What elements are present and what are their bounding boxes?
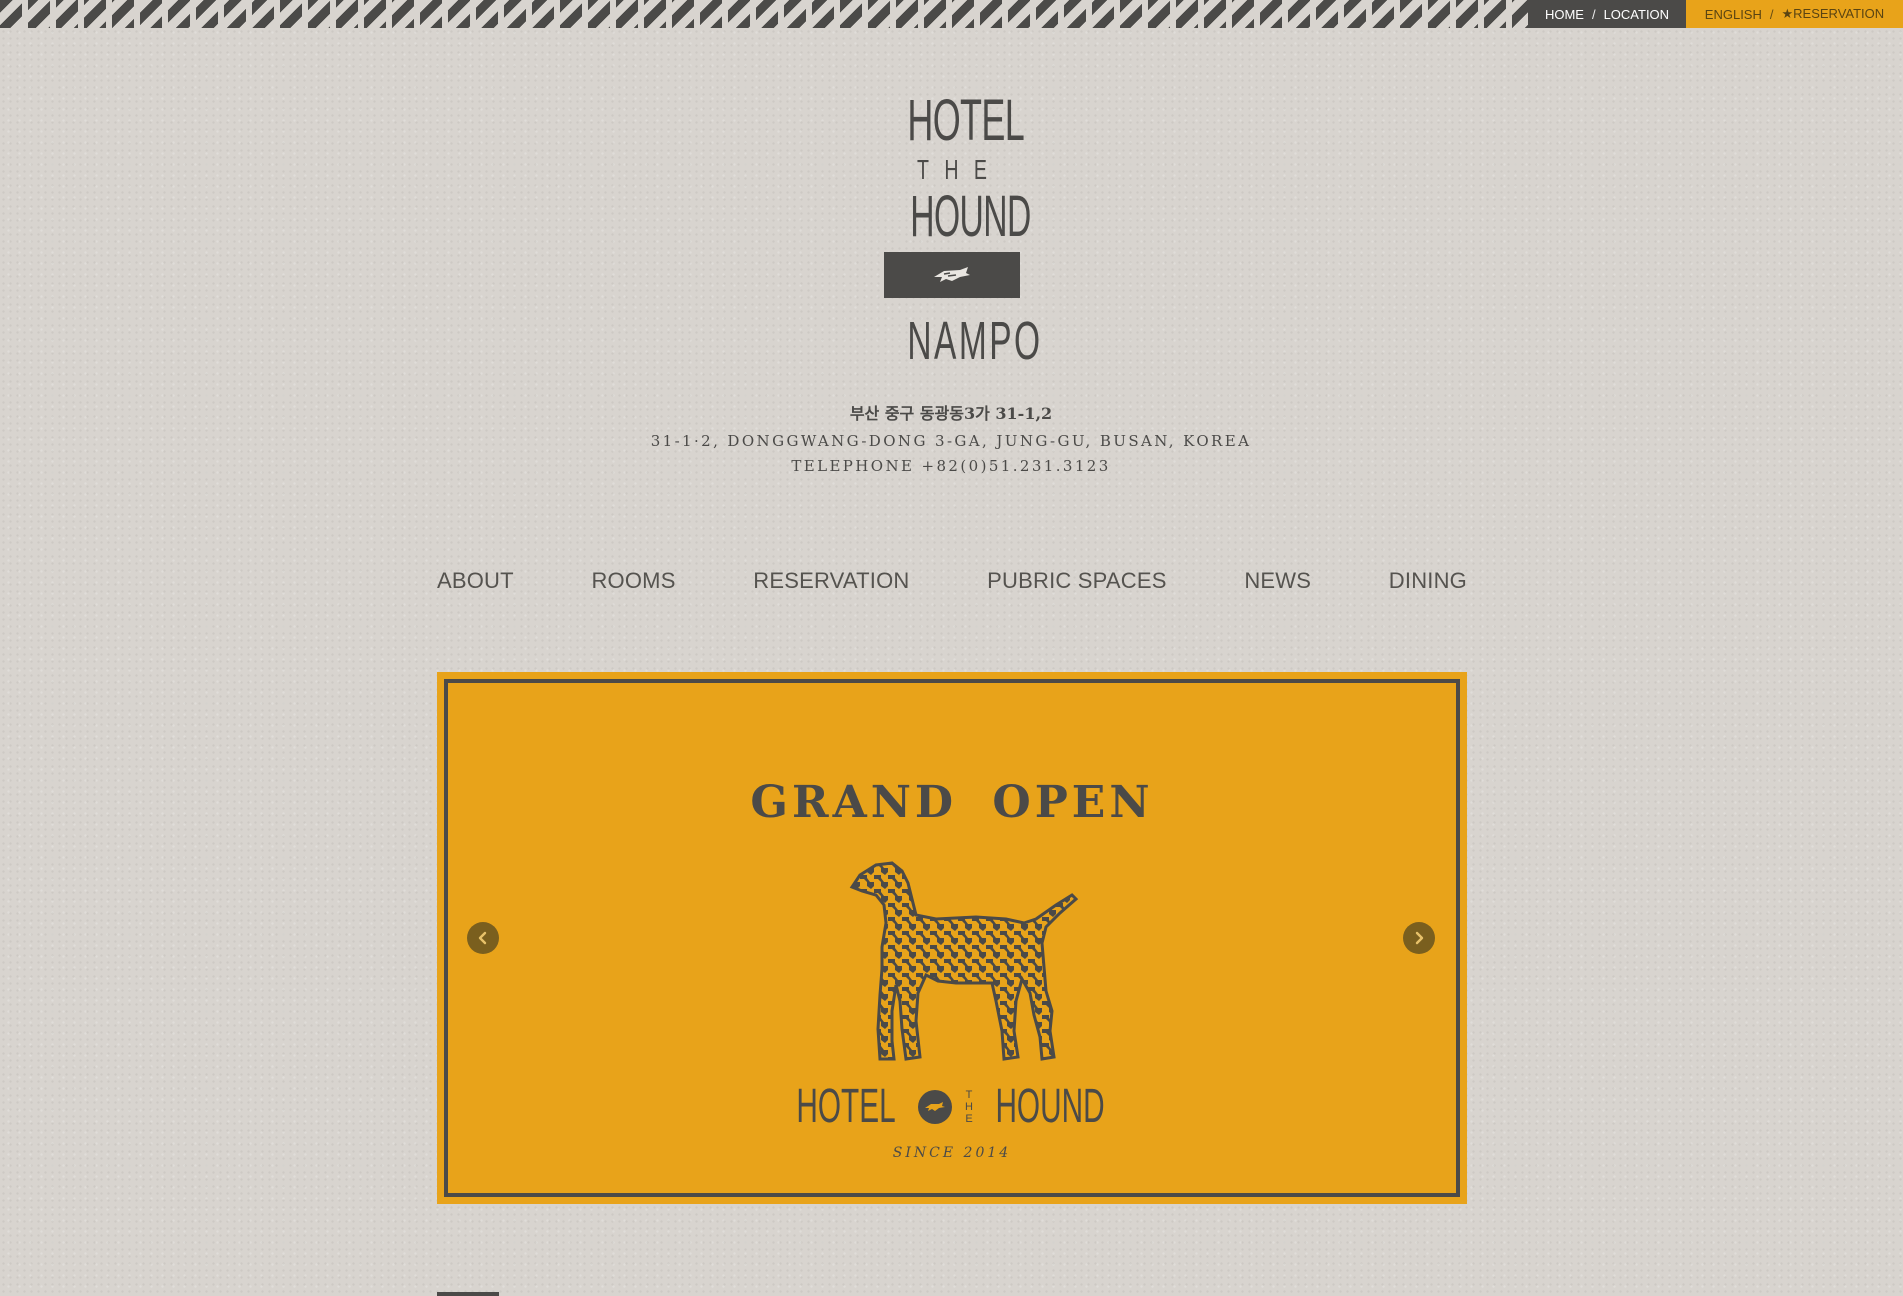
language-link[interactable]: ENGLISH [1705,7,1762,22]
utility-nav-secondary: ENGLISH / ★RESERVATION [1686,0,1903,28]
logo-nampo-text: NAMPO [907,311,1043,371]
banner-frame: GRAND OPEN HOTEL T H E HOUND SINCE 2014 [444,679,1460,1197]
nav-item-about[interactable]: ABOUT [437,568,514,594]
nav-item-dining[interactable]: DINING [1389,568,1467,594]
banner-brand-hotel: HOTEL [796,1080,896,1133]
banner-brand-the-letter: T [965,1089,973,1101]
reservation-link[interactable]: ★RESERVATION [1782,6,1885,22]
hound-emblem-icon [918,1090,953,1124]
nav-item-public-spaces[interactable]: PUBRIC SPACES [987,568,1166,594]
utility-nav-primary: HOME / LOCATION [1528,0,1686,28]
home-link[interactable]: HOME [1545,7,1584,22]
chevron-right-icon [1415,931,1424,945]
chevron-left-icon [478,931,487,945]
utility-separator: / [1591,6,1596,22]
houndstooth-pattern-strip [0,0,1528,28]
banner-since: SINCE 2014 [892,1145,1012,1161]
hero-banner-slider: GRAND OPEN HOTEL T H E HOUND SINCE 2014 [437,672,1467,1204]
logo-the-text: THE [917,154,1003,185]
banner-brand-the-letter: E [965,1113,973,1125]
hotel-logo[interactable]: HOTEL THE HOUND NAMPO [880,88,1043,371]
utility-separator: / [1769,6,1774,22]
slider-next-button[interactable] [1403,922,1435,954]
nav-item-reservation[interactable]: RESERVATION [753,568,909,594]
section-divider-mark [437,1292,499,1296]
logo-hound-text: HOUND [910,184,1031,249]
hound-dog-illustration [849,861,1079,1061]
banner-title: GRAND OPEN [750,777,1154,828]
slider-prev-button[interactable] [467,922,499,954]
main-nav: ABOUT ROOMS RESERVATION PUBRIC SPACES NE… [437,564,1467,598]
banner-brand-the-letter: H [965,1101,973,1113]
banner-brand-hound: HOUND [995,1080,1105,1133]
address-block: 부산 중구 동광동3가 31-1,2 31-1·2, DONGGWANG-DON… [551,400,1351,482]
logo-emblem-band [884,252,1020,298]
logo-hotel-text: HOTEL [907,88,1025,153]
banner-brand-lockup: HOTEL T H E HOUND [448,1079,1456,1135]
telephone: TELEPHONE +82(0)51.231.3123 [791,457,1111,475]
location-link[interactable]: LOCATION [1604,7,1670,22]
top-strip: HOME / LOCATION ENGLISH / ★RESERVATION [0,0,1903,28]
address-english: 31-1·2, DONGGWANG-DONG 3-GA, JUNG-GU, BU… [650,432,1252,450]
banner-brand-the: T H E [964,1089,974,1125]
address-korean: 부산 중구 동광동3가 31-1,2 [849,404,1053,423]
hound-emblem-icon [934,267,970,282]
nav-item-news[interactable]: NEWS [1244,568,1311,594]
nav-item-rooms[interactable]: ROOMS [591,568,675,594]
